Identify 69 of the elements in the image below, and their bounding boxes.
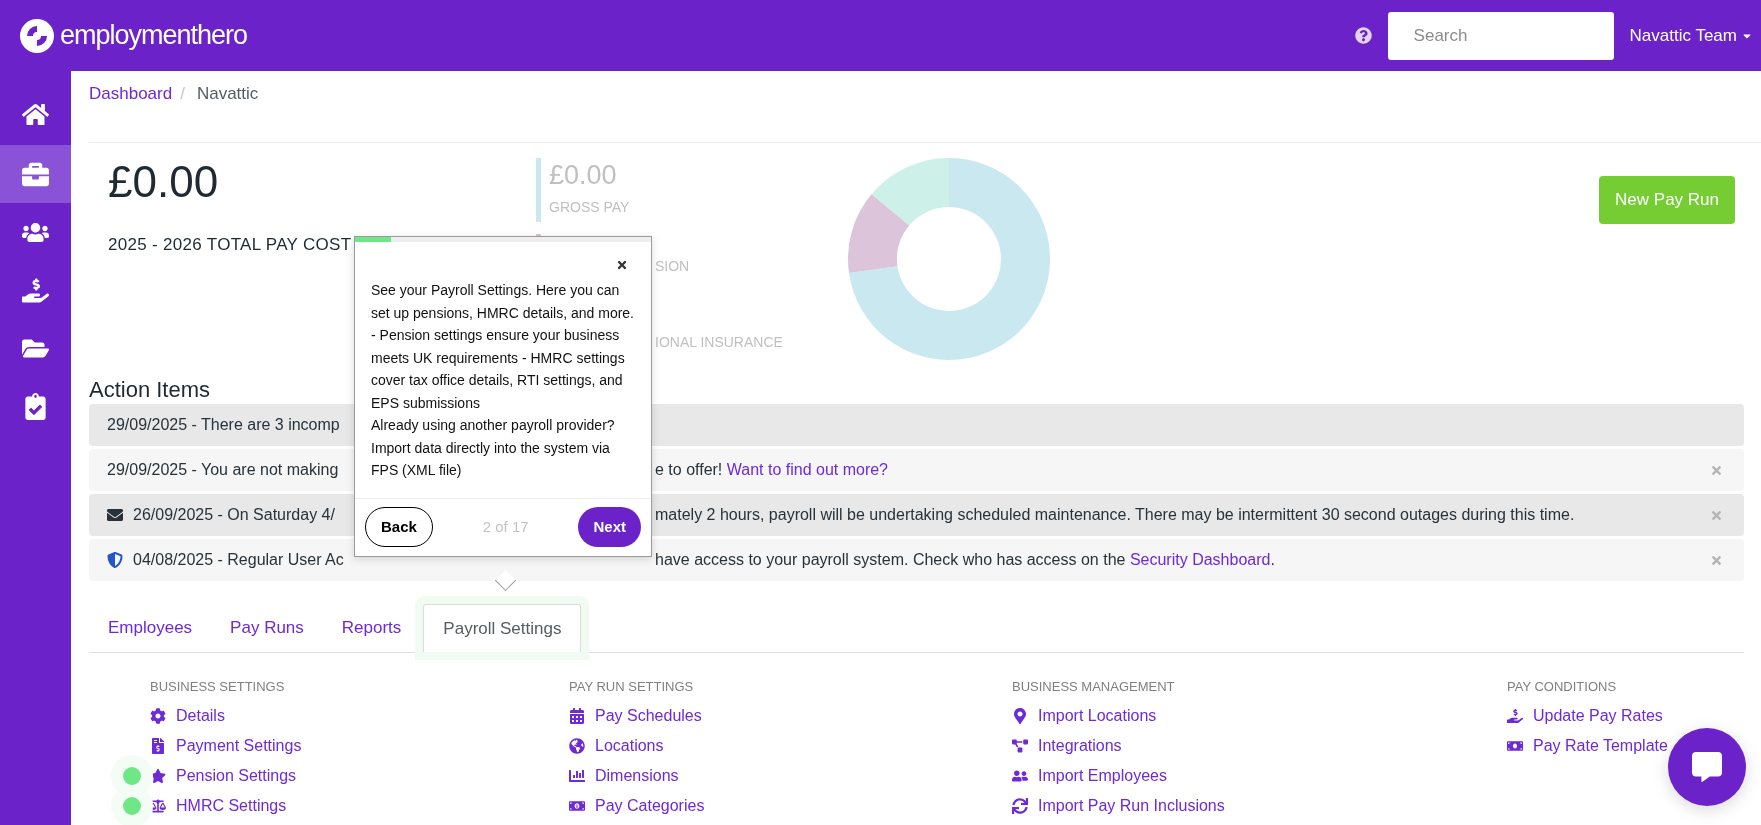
chat-button[interactable]: [1668, 728, 1746, 806]
settings-link[interactable]: Pay Categories: [595, 794, 705, 818]
settings-link[interactable]: Update Pay Rates: [1533, 704, 1663, 728]
document-icon: [150, 738, 166, 754]
settings-link[interactable]: Locations: [595, 734, 664, 758]
user-menu[interactable]: Navattic Team: [1629, 22, 1753, 49]
sidebar-item[interactable]: [0, 145, 71, 203]
settings-link[interactable]: Pay Schedules: [595, 704, 702, 728]
stat-label: SION: [655, 256, 690, 276]
settings-link[interactable]: Details: [176, 704, 225, 728]
shield-icon: [107, 552, 123, 568]
action-item-text: mately 2 hours, payroll will be undertaking scheduled maintenance. There may be intermittent 30 second outages during this time.: [655, 505, 1575, 525]
action-item-text: 29/09/2025 - You are not making: [107, 460, 339, 480]
settings-link[interactable]: Pay Rate Template: [1533, 734, 1668, 758]
logo-text: employmenthero: [60, 22, 248, 49]
step-counter: 2 of 17: [482, 516, 529, 537]
briefcase-icon: [22, 160, 49, 188]
total-pay-cost-label: 2025 - 2026 TOTAL PAY COST: [108, 234, 353, 256]
refresh-icon: [1012, 798, 1028, 814]
scales-icon: [150, 798, 166, 814]
banknote-icon: [569, 798, 585, 814]
settings-link[interactable]: Dimensions: [595, 764, 679, 788]
hand-coin-icon: [22, 276, 49, 304]
action-item-text: 04/08/2025 - Regular User Ac: [133, 550, 344, 570]
action-item-text: have access to your payroll system. Check who has access on the Security Dashboard.: [655, 550, 1275, 570]
total-pay-cost: £0.00: [108, 160, 220, 204]
search-field[interactable]: Search: [1387, 11, 1614, 60]
people-icon: [1012, 768, 1028, 784]
stat-value: £0.00: [549, 162, 618, 189]
settings-heading: BUSINESS SETTINGS: [150, 678, 286, 696]
action-item-text: e to offer! Want to find out more?: [655, 460, 888, 480]
action-item-text: 29/09/2025 - There are 3 incomp: [107, 415, 340, 435]
map-pin-icon: [1012, 708, 1028, 724]
settings-heading: BUSINESS MANAGEMENT: [1012, 678, 1176, 696]
tab[interactable]: Pay Runs: [211, 604, 323, 652]
settings-link[interactable]: Import Employees: [1038, 764, 1167, 788]
settings-link[interactable]: Pension Settings: [176, 764, 297, 788]
clipboard-icon: [22, 392, 49, 420]
stat-label: GROSS PAY: [549, 198, 630, 217]
settings-link[interactable]: Payment Settings: [176, 734, 302, 758]
branch-icon: [1012, 738, 1028, 754]
help-icon[interactable]: [1354, 27, 1372, 44]
settings-heading: PAY RUN SETTINGS: [569, 678, 695, 696]
calendar-icon: [569, 708, 585, 724]
banknote-icon: [1507, 738, 1523, 754]
breadcrumb-separator: /: [180, 83, 185, 105]
hand-coin-icon: [1507, 708, 1523, 724]
settings-link[interactable]: Integrations: [1038, 734, 1122, 758]
settings-heading: PAY CONDITIONS: [1507, 678, 1618, 696]
gear-icon: [150, 708, 166, 724]
settings-link[interactable]: Import Locations: [1038, 704, 1157, 728]
close-icon[interactable]: [616, 259, 628, 271]
globe-icon: [569, 738, 585, 754]
section-heading: Action Items: [89, 376, 211, 404]
stat-label: IONAL INSURANCE: [655, 332, 783, 352]
breadcrumb-current: Navattic: [196, 83, 259, 105]
settings-link[interactable]: HMRC Settings: [176, 794, 287, 818]
tab[interactable]: Employees: [89, 604, 212, 652]
star-icon: [150, 768, 166, 784]
popover-text: See your Payroll Settings. Here you can set up pensions, HMRC details, and more. - Pension settings ensure your business meets UK requirements - HMRC settings cover tax office details, RTI settings, and EPS submissions: [371, 281, 635, 413]
chat-icon: [1692, 752, 1722, 782]
action-item-text: 26/09/2025 - On Saturday 4/: [133, 505, 335, 525]
bar-chart-icon: [569, 768, 585, 784]
breadcrumb-link[interactable]: Dashboard: [89, 81, 173, 107]
logo-icon: [20, 18, 54, 53]
action-item-link[interactable]: Security Dashboard: [1129, 551, 1271, 568]
settings-link[interactable]: Import Pay Run Inclusions: [1038, 794, 1225, 818]
tab[interactable]: Reports: [322, 604, 421, 652]
popover-text: Already using another payroll provider? Import data directly into the system via FPS (XML file): [371, 416, 616, 480]
